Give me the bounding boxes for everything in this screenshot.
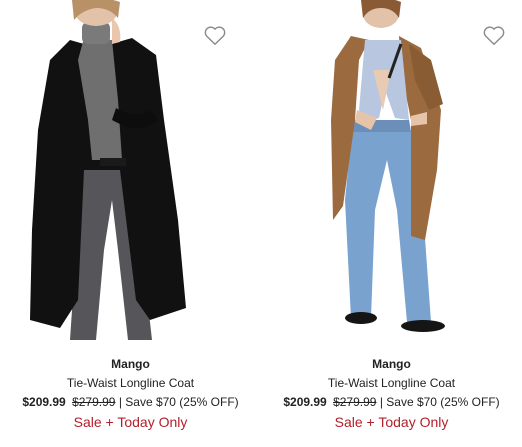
original-price: $279.99 <box>333 395 377 409</box>
sale-price: $209.99 <box>283 395 327 409</box>
favorite-button[interactable] <box>481 22 507 48</box>
sale-price: $209.99 <box>22 395 66 409</box>
product-price: $209.99 $279.99 | Save $70 (25% OFF) <box>0 394 261 410</box>
heart-outline-icon <box>204 26 226 45</box>
product-brand[interactable]: Mango <box>261 356 522 372</box>
product-info: Mango Tie-Waist Longline Coat $209.99 $2… <box>261 356 522 431</box>
product-name[interactable]: Tie-Waist Longline Coat <box>261 375 522 391</box>
savings-text: | Save $70 (25% OFF) <box>118 395 239 409</box>
product-brand[interactable]: Mango <box>0 356 261 372</box>
promo-label: Sale + Today Only <box>334 414 449 430</box>
product-price: $209.99 $279.99 | Save $70 (25% OFF) <box>261 394 522 410</box>
product-image[interactable] <box>261 0 522 345</box>
original-price: $279.99 <box>72 395 116 409</box>
product-image[interactable] <box>0 0 261 345</box>
product-card[interactable]: Mango Tie-Waist Longline Coat $209.99 $2… <box>261 0 522 447</box>
product-card[interactable]: Mango Tie-Waist Longline Coat $209.99 $2… <box>0 0 261 447</box>
favorite-button[interactable] <box>202 22 228 48</box>
product-grid: Mango Tie-Waist Longline Coat $209.99 $2… <box>0 0 522 447</box>
savings-text: | Save $70 (25% OFF) <box>379 395 500 409</box>
heart-outline-icon <box>483 26 505 45</box>
product-name[interactable]: Tie-Waist Longline Coat <box>0 375 261 391</box>
promo-label: Sale + Today Only <box>73 414 188 430</box>
product-info: Mango Tie-Waist Longline Coat $209.99 $2… <box>0 356 261 431</box>
